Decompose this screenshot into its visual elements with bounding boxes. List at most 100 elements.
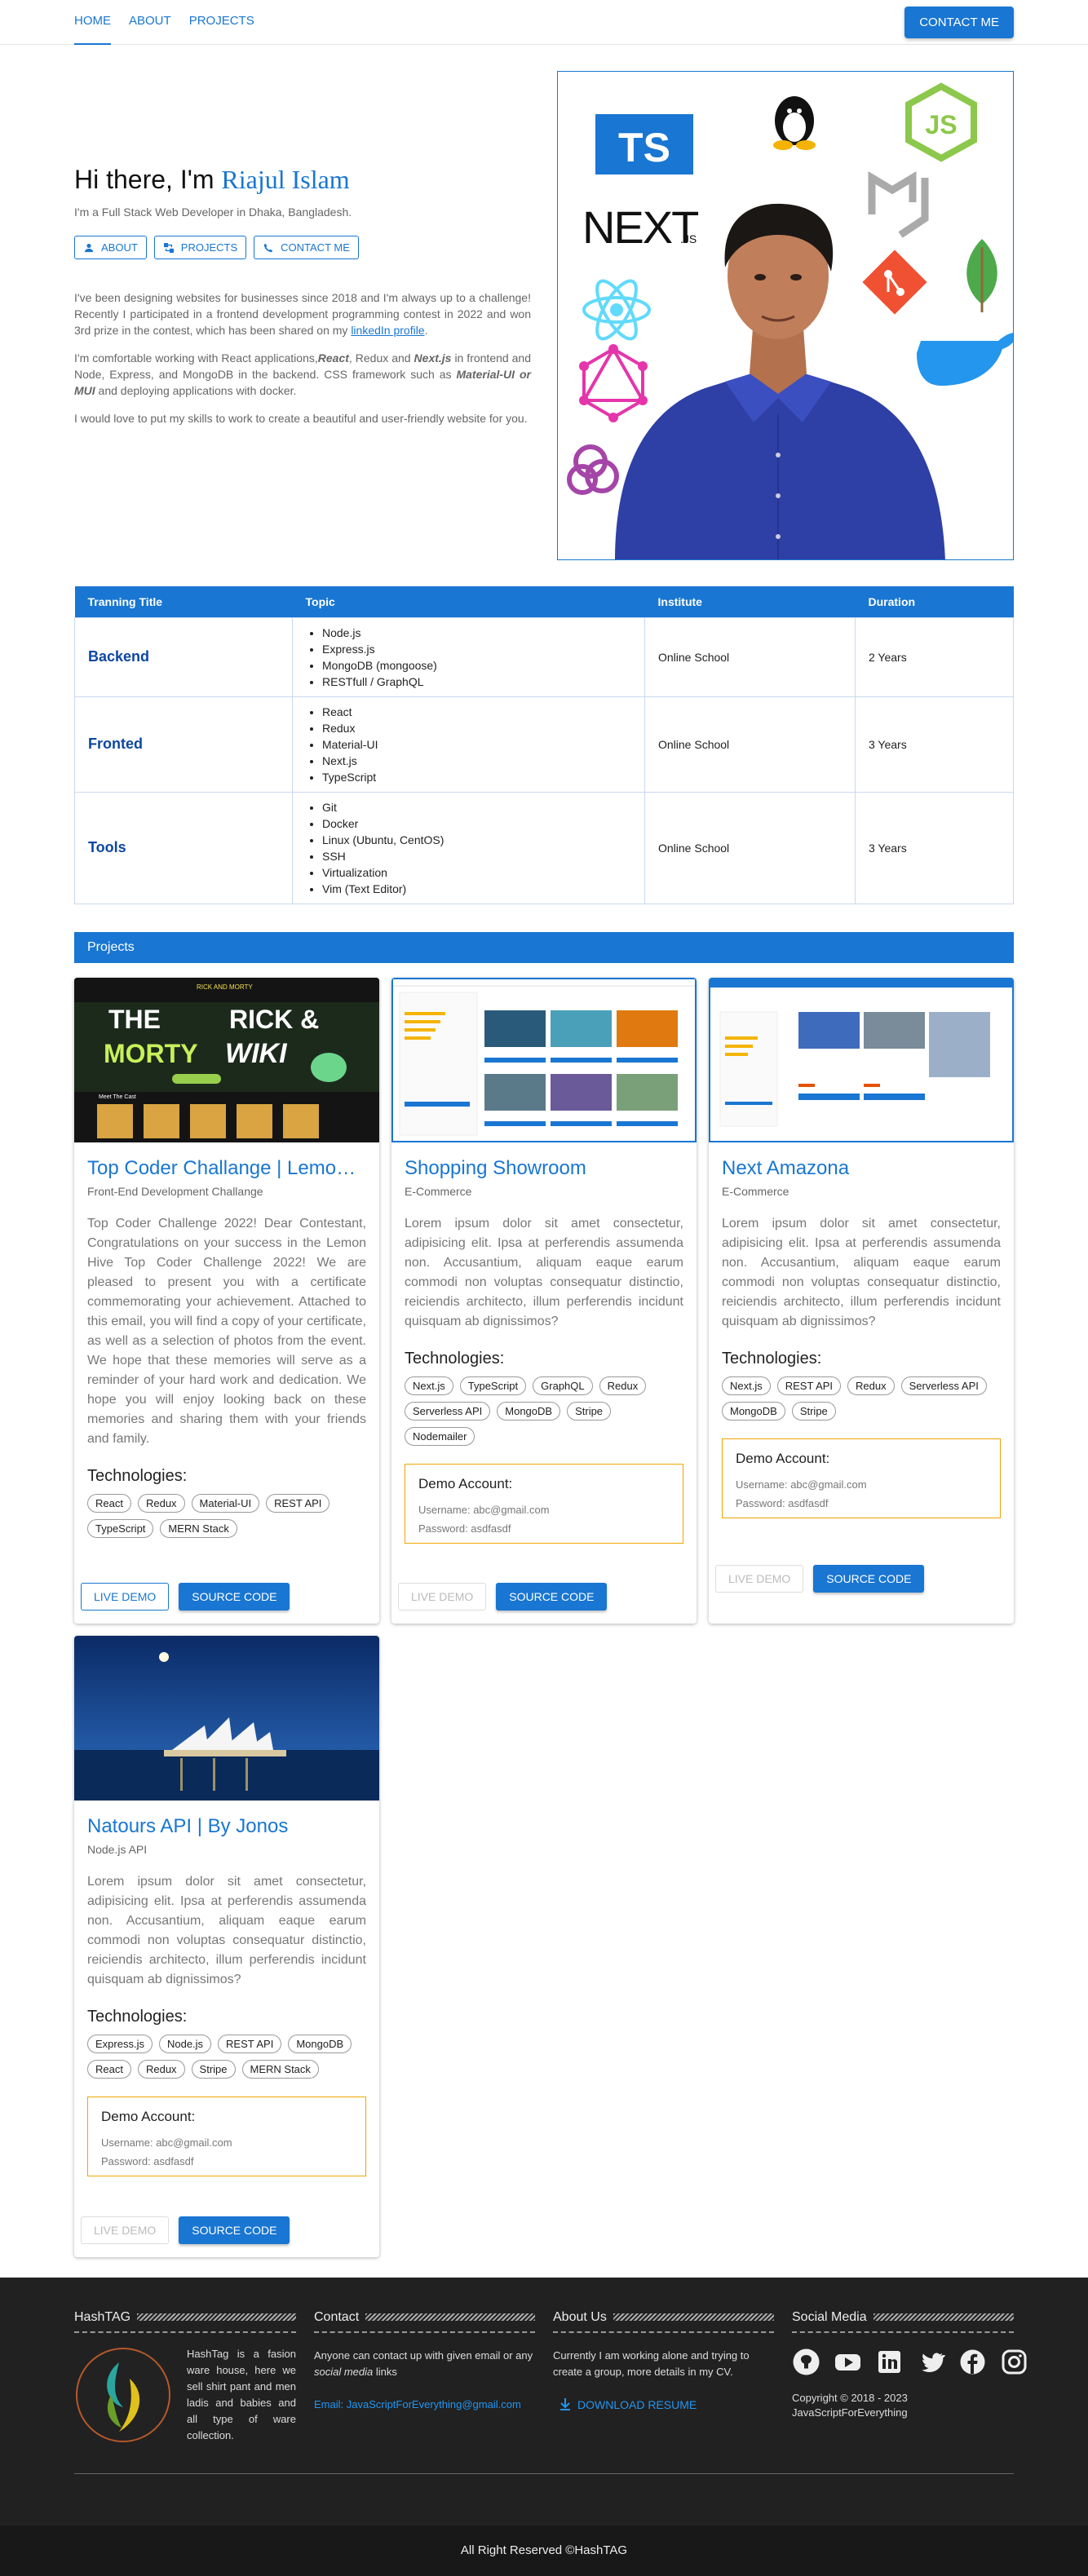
- projects-button[interactable]: PROJECTS: [153, 236, 247, 259]
- topic-item: SSH: [322, 848, 631, 864]
- technologies-label: Technologies:: [87, 2007, 188, 2026]
- tech-chip: React: [87, 1493, 131, 1513]
- project-card: RICK AND MORTY THE RICK & MORTY WIKI Mee…: [74, 977, 379, 1624]
- demo-username: Username: abc@gmail.com: [101, 2136, 232, 2149]
- project-thumbnail[interactable]: [74, 1635, 379, 1801]
- svg-text:MORTY: MORTY: [104, 1039, 198, 1068]
- tech-chips: Next.js REST API Redux Serverless API MongoD…: [722, 1376, 1001, 1421]
- topic-item: Git: [322, 799, 631, 815]
- instagram-icon[interactable]: [1000, 2348, 1028, 2376]
- institute: Online School: [644, 696, 856, 793]
- tech-chip: Serverless API: [405, 1401, 491, 1421]
- demo-password: Password: asdfasdf: [736, 1496, 829, 1509]
- training-title: Backend: [74, 616, 293, 697]
- live-demo-button[interactable]: LIVE DEMO: [81, 2216, 170, 2244]
- nav-home[interactable]: HOME: [74, 0, 111, 45]
- project-title[interactable]: Top Coder Challange | Lemon Hive: [87, 1157, 366, 1180]
- about-button[interactable]: ABOUT: [74, 236, 147, 259]
- project-thumbnail[interactable]: RICK AND MORTY THE RICK & MORTY WIKI Mee…: [74, 977, 379, 1142]
- live-demo-button[interactable]: LIVE DEMO: [81, 1582, 170, 1611]
- technologies-label: Technologies:: [87, 1466, 188, 1485]
- table-row: Backend Node.jsExpress.jsMongoDB (mongoo…: [74, 616, 1014, 697]
- react-logo-icon: [582, 279, 651, 341]
- demo-password: Password: asdfasdf: [418, 1522, 511, 1535]
- contact-button[interactable]: CONTACT ME: [254, 236, 359, 259]
- footer-title: Social Media: [792, 2309, 867, 2324]
- tech-chips: Next.js TypeScript GraphQL Redux Serverless …: [405, 1376, 683, 1446]
- duration: 2 Years: [855, 616, 1014, 697]
- demo-account-box: Demo Account: Username: abc@gmail.com Pa…: [405, 1463, 683, 1544]
- project-title[interactable]: Natours API | By Jonos: [87, 1815, 366, 1838]
- demo-username: Username: abc@gmail.com: [736, 1478, 867, 1491]
- project-description: Lorem ipsum dolor sit amet consectetur, …: [722, 1216, 1001, 1328]
- col-header: Tranning Title: [74, 586, 293, 617]
- project-category: E-Commerce: [722, 1184, 789, 1198]
- tech-chip: MongoDB: [288, 2034, 352, 2053]
- footer-title: HashTAG: [74, 2309, 131, 2324]
- git-logo-icon: [862, 250, 927, 315]
- topic-item: Docker: [322, 815, 631, 832]
- col-header: Topic: [292, 586, 645, 617]
- download-resume-button[interactable]: DOWNLOAD RESUME: [553, 2397, 774, 2411]
- twitter-icon[interactable]: [917, 2348, 946, 2376]
- demo-account-box: Demo Account: Username: abc@gmail.com Pa…: [87, 2096, 366, 2176]
- tech-chip: MongoDB: [497, 1401, 561, 1421]
- tech-chip: REST API: [266, 1493, 330, 1513]
- topic-item: MongoDB (mongoose): [322, 657, 631, 674]
- project-title[interactable]: Shopping Showroom: [405, 1157, 683, 1180]
- project-category: Front-End Development Challange: [87, 1184, 263, 1198]
- source-code-button[interactable]: SOURCE CODE: [179, 2216, 290, 2244]
- nav-about[interactable]: ABOUT: [129, 0, 171, 45]
- mongodb-logo-icon: [966, 239, 997, 312]
- project-thumbnail[interactable]: [391, 977, 697, 1142]
- training-title: Tools: [74, 791, 293, 904]
- source-code-button[interactable]: SOURCE CODE: [179, 1582, 290, 1611]
- material-ui-logo-icon: [868, 171, 929, 238]
- topic-item: Node.js: [322, 625, 631, 641]
- duration: 3 Years: [855, 696, 1014, 793]
- tech-chip: REST API: [218, 2034, 282, 2053]
- topic-list: ReactReduxMaterial-UINext.jsTypeScript: [306, 704, 631, 785]
- topic-item: TypeScript: [322, 769, 631, 785]
- project-title[interactable]: Next Amazona: [722, 1157, 1001, 1180]
- tech-chip: Node.js: [158, 2034, 212, 2053]
- demo-password: Password: asdfasdf: [101, 2154, 194, 2167]
- demo-title: Demo Account:: [736, 1450, 830, 1466]
- tech-chip: Express.js: [87, 2034, 153, 2053]
- topic-list: Node.jsExpress.jsMongoDB (mongoose)RESTf…: [306, 625, 631, 690]
- technologies-label: Technologies:: [405, 1349, 505, 1368]
- nav-contact-button[interactable]: CONTACT ME: [904, 7, 1014, 38]
- demo-username: Username: abc@gmail.com: [418, 1503, 550, 1516]
- topic-item: Vim (Text Editor): [322, 881, 631, 897]
- contact-email-link[interactable]: Email: JavaScriptForEverything@gmail.com: [314, 2398, 535, 2410]
- svg-text:JS: JS: [925, 110, 957, 139]
- greeting: Hi there, I'm: [74, 165, 215, 194]
- topic-item: Material-UI: [322, 736, 631, 753]
- tech-chip: React: [87, 2059, 131, 2079]
- footer-social: Social Media Copyright © 2018 - 2023 Java…: [792, 2309, 1027, 2444]
- source-code-button[interactable]: SOURCE CODE: [496, 1582, 608, 1611]
- tech-chip: Next.js: [405, 1376, 453, 1395]
- live-demo-button[interactable]: LIVE DEMO: [715, 1564, 804, 1593]
- tech-chip: Stripe: [191, 2059, 236, 2079]
- live-demo-button[interactable]: LIVE DEMO: [398, 1582, 487, 1611]
- tech-chip: MongoDB: [722, 1401, 785, 1421]
- github-icon[interactable]: [792, 2348, 820, 2376]
- source-code-button[interactable]: SOURCE CODE: [813, 1564, 925, 1593]
- linkedin-icon[interactable]: [875, 2348, 904, 2376]
- project-category: E-Commerce: [405, 1184, 472, 1198]
- facebook-icon[interactable]: [958, 2348, 987, 2376]
- project-card: Next Amazona E-Commerce Lorem ipsum dolo…: [709, 977, 1014, 1624]
- project-thumbnail[interactable]: [709, 977, 1014, 1142]
- svg-text:RICK &: RICK &: [229, 1005, 319, 1034]
- footer-title: Contact: [314, 2309, 360, 2324]
- tech-chip: Nodemailer: [405, 1426, 475, 1446]
- tech-chip: Redux: [137, 2059, 185, 2079]
- tech-chip: Redux: [137, 1493, 185, 1513]
- footer-hashtag: HashTAG HashTag is a fasion ware house, …: [74, 2310, 296, 2444]
- youtube-icon[interactable]: [834, 2348, 862, 2376]
- institute: Online School: [644, 791, 856, 904]
- project-card: Shopping Showroom E-Commerce Lorem ipsum…: [391, 977, 697, 1624]
- linkedin-link[interactable]: linkedIn profile: [351, 324, 424, 337]
- nav-projects[interactable]: PROJECTS: [189, 0, 254, 45]
